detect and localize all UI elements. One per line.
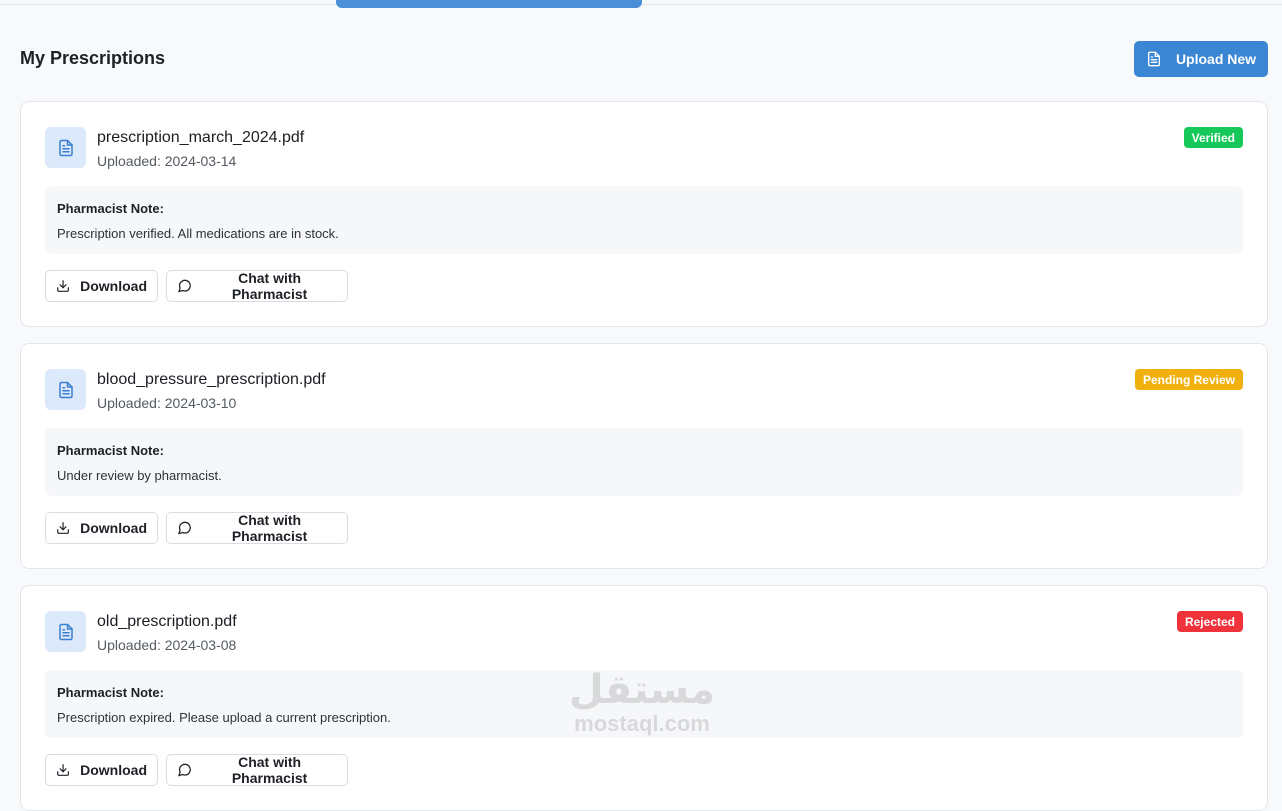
file-text-icon xyxy=(58,139,73,156)
upload-date: Uploaded: 2024-03-10 xyxy=(97,395,237,411)
watermark-logo: مستقل mostaql.com xyxy=(562,668,722,748)
watermark-latin: mostaql.com xyxy=(574,711,710,736)
file-name: blood_pressure_prescription.pdf xyxy=(97,371,326,388)
download-icon xyxy=(57,280,69,292)
note-text: Prescription verified. All medications a… xyxy=(57,226,339,241)
message-circle-icon xyxy=(178,763,191,777)
file-name: prescription_march_2024.pdf xyxy=(97,129,305,146)
prescription-card: blood_pressure_prescription.pdf Uploaded… xyxy=(20,343,1268,569)
active-tab-indicator[interactable] xyxy=(336,0,642,8)
chat-with-pharmacist-button[interactable]: Chat with Pharmacist xyxy=(166,512,348,544)
download-button[interactable]: Download xyxy=(45,512,158,544)
status-badge: Verified xyxy=(1183,127,1243,148)
chat-with-pharmacist-button[interactable]: Chat with Pharmacist xyxy=(166,270,348,302)
message-circle-icon xyxy=(178,521,191,535)
upload-new-label: Upload New xyxy=(1175,51,1257,67)
download-label: Download xyxy=(80,520,147,536)
file-icon-box xyxy=(45,611,86,652)
chat-label: Chat with Pharmacist xyxy=(231,512,308,544)
status-badge: Rejected xyxy=(1176,611,1243,632)
watermark-arabic: مستقل xyxy=(568,667,716,713)
upload-date: Uploaded: 2024-03-14 xyxy=(97,153,237,169)
file-icon-box xyxy=(45,369,86,410)
file-name: old_prescription.pdf xyxy=(97,613,237,630)
message-circle-icon xyxy=(178,279,191,293)
pharmacist-note: Pharmacist Note: Under review by pharmac… xyxy=(45,428,1243,496)
download-button[interactable]: Download xyxy=(45,270,158,302)
download-label: Download xyxy=(80,762,147,778)
page-title: My Prescriptions xyxy=(20,48,166,68)
note-label: Pharmacist Note: xyxy=(57,443,164,458)
pharmacist-note: Pharmacist Note: Prescription verified. … xyxy=(45,186,1243,254)
download-icon xyxy=(57,764,69,776)
upload-new-button[interactable]: Upload New xyxy=(1134,41,1268,77)
note-label: Pharmacist Note: xyxy=(57,201,164,216)
download-icon xyxy=(57,522,69,534)
download-label: Download xyxy=(80,278,147,294)
file-text-icon xyxy=(58,623,73,640)
upload-date: Uploaded: 2024-03-08 xyxy=(97,637,237,653)
file-text-icon xyxy=(1147,51,1160,67)
prescription-card: prescription_march_2024.pdf Uploaded: 20… xyxy=(20,101,1268,327)
file-text-icon xyxy=(58,381,73,398)
file-icon-box xyxy=(45,127,86,168)
status-badge: Pending Review xyxy=(1134,369,1243,390)
note-text: Under review by pharmacist. xyxy=(57,468,222,483)
chat-label: Chat with Pharmacist xyxy=(231,270,308,302)
